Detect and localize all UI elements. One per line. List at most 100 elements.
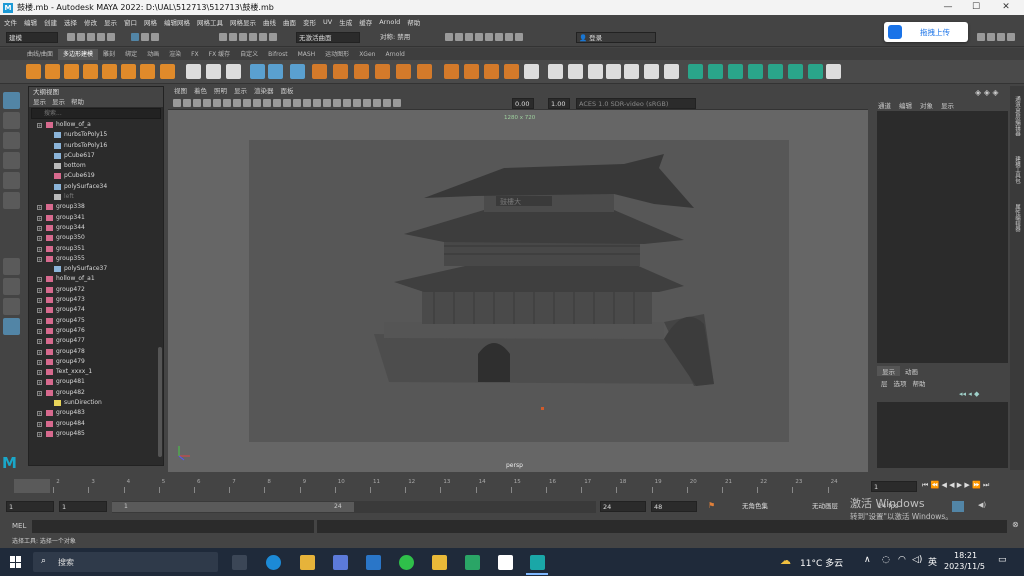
cb-menu-object[interactable]: 对象: [920, 100, 933, 110]
layer-menu-layers[interactable]: 层: [881, 378, 888, 388]
live-surface-field[interactable]: 无激活曲面: [296, 32, 360, 43]
time-slider[interactable]: 123456789101112131415161718192021222324 …: [0, 476, 1024, 496]
task-view-icon[interactable]: [232, 555, 247, 570]
textured-icon[interactable]: [293, 99, 301, 107]
tab-modeling-toolkit[interactable]: 建模工具包: [1013, 156, 1021, 184]
expand-icon[interactable]: +: [37, 236, 42, 242]
shelf-tool-icon[interactable]: [160, 64, 175, 79]
select-object-icon[interactable]: [141, 33, 149, 41]
menu-item[interactable]: 编辑网格: [164, 17, 190, 27]
expand-icon[interactable]: +: [37, 215, 42, 221]
mel-label[interactable]: MEL: [12, 522, 26, 530]
shelf-tool-icon[interactable]: [664, 64, 679, 79]
expand-icon[interactable]: +: [37, 123, 42, 128]
shelf-tab[interactable]: 曲线/曲面: [22, 49, 58, 60]
shelf-tab[interactable]: Bifrost: [263, 49, 292, 60]
expand-icon[interactable]: +: [37, 256, 42, 262]
lasso-tool-icon[interactable]: [3, 112, 20, 129]
shelf-tool-icon[interactable]: [548, 64, 563, 79]
shelf-tab[interactable]: 多边形建模: [58, 49, 99, 60]
expand-icon[interactable]: +: [37, 328, 42, 334]
step-forward-key-icon[interactable]: ⏩: [972, 481, 981, 489]
shelf-tool-icon[interactable]: [312, 64, 327, 79]
outliner-item[interactable]: + hollow_of_a: [29, 120, 163, 130]
notification-icon[interactable]: ▭: [998, 555, 1007, 565]
exposure-field[interactable]: 0.00: [512, 98, 534, 109]
smooth-shade-icon[interactable]: [283, 99, 291, 107]
symmetry-dropdown[interactable]: 对称: 禁用: [378, 32, 438, 43]
vp-menu-lighting[interactable]: 照明: [214, 86, 227, 97]
vp-menu-shading[interactable]: 着色: [194, 86, 207, 97]
layer-new-selected-icon[interactable]: ◆: [974, 390, 979, 398]
shelf-tab[interactable]: MASH: [293, 49, 321, 60]
outliner-item[interactable]: + group473: [29, 295, 163, 305]
shelf-tool-icon[interactable]: [748, 64, 763, 79]
playback-start-field[interactable]: 1: [59, 501, 107, 512]
menu-item[interactable]: 窗口: [124, 17, 137, 27]
cb-icon-2[interactable]: ◈: [984, 88, 990, 97]
layer-move-up-icon[interactable]: ◂◂: [959, 390, 966, 398]
volume-icon[interactable]: ◁): [912, 555, 922, 565]
select-hierarchy-icon[interactable]: [131, 33, 139, 41]
outliner-item[interactable]: nurbsToPoly15: [29, 130, 163, 140]
menu-item[interactable]: 修改: [84, 17, 97, 27]
baidu-netdisk-icon[interactable]: [498, 555, 513, 570]
outliner-item[interactable]: + group351: [29, 244, 163, 254]
layer-tab-anim[interactable]: 动画: [900, 366, 923, 376]
aa-icon[interactable]: [333, 99, 341, 107]
menu-item[interactable]: 曲线: [263, 17, 276, 27]
shelf-tool-icon[interactable]: [524, 64, 539, 79]
start-icon[interactable]: [10, 556, 22, 568]
cb-icon-1[interactable]: ◈: [975, 88, 981, 97]
login-dropdown[interactable]: 👤 登录: [576, 32, 656, 43]
menu-item[interactable]: 网格显示: [230, 17, 256, 27]
vp-menu-panels[interactable]: 面板: [281, 86, 294, 97]
render-current-icon[interactable]: [445, 33, 453, 41]
move-tool-icon[interactable]: [3, 152, 20, 169]
select-tool-icon[interactable]: [3, 92, 20, 109]
expand-icon[interactable]: +: [37, 359, 42, 365]
safe-title-icon[interactable]: [263, 99, 271, 107]
outliner-item[interactable]: + group472: [29, 285, 163, 295]
shelf-tool-icon[interactable]: [396, 64, 411, 79]
shelf-tab[interactable]: FX 缓存: [204, 49, 235, 60]
cb-icon-3[interactable]: ◈: [992, 88, 998, 97]
menu-item[interactable]: 显示: [104, 17, 117, 27]
shelf-tool-icon[interactable]: [444, 64, 459, 79]
command-input[interactable]: [32, 520, 314, 533]
shelf-tool-icon[interactable]: [268, 64, 283, 79]
snap-surface-icon[interactable]: [259, 33, 267, 41]
outliner-item[interactable]: + group341: [29, 213, 163, 223]
xray-components-icon[interactable]: [383, 99, 391, 107]
menu-item[interactable]: UV: [323, 18, 332, 26]
hypershade-icon[interactable]: [475, 33, 483, 41]
outliner-item[interactable]: sunDirection: [29, 398, 163, 408]
outliner-scrollbar[interactable]: [158, 347, 162, 457]
expand-icon[interactable]: +: [37, 370, 42, 376]
wireframe-icon[interactable]: [273, 99, 281, 107]
edge-icon[interactable]: [266, 555, 281, 570]
vp-menu-renderer[interactable]: 渲染器: [254, 86, 274, 97]
outliner-menu-show[interactable]: 显示: [52, 97, 65, 107]
outliner-item[interactable]: + group355: [29, 254, 163, 264]
expand-icon[interactable]: +: [37, 339, 42, 345]
shelf-tool-icon[interactable]: [140, 64, 155, 79]
light-editor-icon[interactable]: [505, 33, 513, 41]
outliner-item[interactable]: + group485: [29, 429, 163, 439]
outliner-item[interactable]: polySurface34: [29, 182, 163, 192]
outliner-item[interactable]: + group476: [29, 326, 163, 336]
input-lang[interactable]: 英: [928, 555, 937, 568]
shelf-tool-icon[interactable]: [826, 64, 841, 79]
shelf-tab[interactable]: Arnold: [380, 49, 409, 60]
shelf-tool-icon[interactable]: [102, 64, 117, 79]
ao-icon[interactable]: [323, 99, 331, 107]
outliner-item[interactable]: + Text_xxxx_1: [29, 367, 163, 377]
menu-item[interactable]: Arnold: [379, 18, 400, 26]
shelf-tool-icon[interactable]: [504, 64, 519, 79]
expand-icon[interactable]: +: [37, 308, 42, 314]
playback-end-field[interactable]: 24: [600, 501, 646, 512]
clock-time[interactable]: 18:21: [954, 551, 977, 560]
select-component-icon[interactable]: [151, 33, 159, 41]
shelf-tab[interactable]: XGen: [354, 49, 380, 60]
time-track[interactable]: 123456789101112131415161718192021222324: [8, 478, 866, 494]
